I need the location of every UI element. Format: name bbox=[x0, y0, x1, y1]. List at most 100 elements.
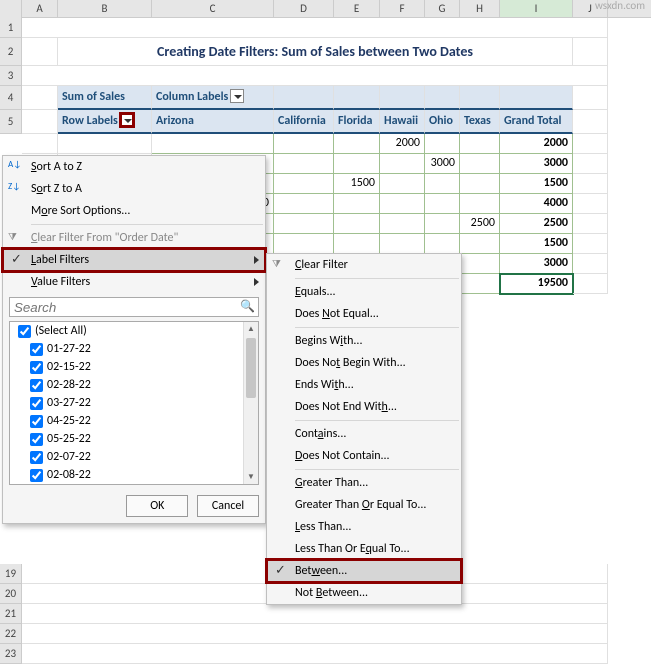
between[interactable]: ✓Between... bbox=[267, 560, 461, 582]
pivot-cell[interactable]: 19500 bbox=[500, 274, 573, 294]
col-header-F[interactable]: F bbox=[380, 0, 425, 17]
col-header-G[interactable]: G bbox=[425, 0, 460, 17]
pivot-cell[interactable] bbox=[380, 174, 425, 194]
filter-search-input[interactable] bbox=[9, 297, 259, 317]
filter-checkbox[interactable] bbox=[30, 433, 43, 446]
label-filters[interactable]: ✓Label Filters bbox=[3, 249, 265, 271]
pivot-cell[interactable]: 2500 bbox=[460, 214, 500, 234]
filter-checkbox[interactable] bbox=[30, 469, 43, 482]
col-header-E[interactable]: E bbox=[334, 0, 380, 17]
pivot-cell[interactable] bbox=[380, 194, 425, 214]
row-header[interactable]: 1 bbox=[0, 18, 22, 38]
row-header[interactable]: 5 bbox=[0, 110, 22, 134]
pivot-cell[interactable] bbox=[425, 234, 460, 254]
clear-filter[interactable]: ⧩Clear Filter bbox=[267, 254, 461, 276]
pivot-cell[interactable] bbox=[425, 214, 460, 234]
filter-check-item[interactable]: 01-27-22 bbox=[10, 340, 258, 358]
scrollbar-vertical[interactable]: ▲ ▼ bbox=[243, 322, 258, 484]
filter-check-item[interactable]: 04-25-22 bbox=[10, 412, 258, 430]
pivot-cell[interactable] bbox=[274, 154, 334, 174]
filter-value-list[interactable]: (Select All)01-27-2202-15-2202-28-2203-2… bbox=[9, 321, 259, 485]
pivot-cell[interactable] bbox=[274, 234, 334, 254]
does-not-equal[interactable]: Does Not Equal... bbox=[267, 303, 461, 325]
pivot-cell[interactable] bbox=[425, 134, 460, 154]
pivot-cell[interactable] bbox=[334, 214, 380, 234]
pivot-cell[interactable]: 3000 bbox=[500, 154, 573, 174]
does-not-begin-with[interactable]: Does Not Begin With... bbox=[267, 352, 461, 374]
pivot-cell[interactable]: 4000 bbox=[500, 194, 573, 214]
col-header-D[interactable]: D bbox=[274, 0, 334, 17]
filter-check-item[interactable]: (Select All) bbox=[10, 322, 258, 340]
filter-check-item[interactable]: 03-27-22 bbox=[10, 394, 258, 412]
row-header[interactable]: 2 bbox=[0, 38, 22, 66]
pivot-cell[interactable] bbox=[334, 234, 380, 254]
filter-checkbox[interactable] bbox=[18, 325, 31, 338]
scroll-up-icon[interactable]: ▲ bbox=[244, 322, 258, 336]
pivot-cell[interactable] bbox=[152, 134, 274, 154]
pivot-cell[interactable]: 2000 bbox=[380, 134, 425, 154]
row-header[interactable]: 3 bbox=[0, 66, 22, 86]
filter-checkbox[interactable] bbox=[30, 379, 43, 392]
filter-checkbox[interactable] bbox=[30, 343, 43, 356]
column-labels-dropdown-icon[interactable] bbox=[230, 89, 244, 103]
scroll-down-icon[interactable]: ▼ bbox=[244, 470, 258, 484]
pivot-cell[interactable]: 1500 bbox=[500, 174, 573, 194]
sort-a-to-z[interactable]: A↓SSort A to Zort A to Z bbox=[3, 156, 265, 178]
pivot-cell[interactable]: 2500 bbox=[500, 214, 573, 234]
pivot-cell[interactable] bbox=[460, 194, 500, 214]
value-filters[interactable]: Value Filters bbox=[3, 271, 265, 293]
col-header-B[interactable]: B bbox=[58, 0, 152, 17]
row-header[interactable]: 20 bbox=[0, 584, 22, 604]
row-header[interactable]: 21 bbox=[0, 604, 22, 624]
sort-z-to-a[interactable]: Z↓Sort Z to A bbox=[3, 178, 265, 200]
row-header[interactable]: 23 bbox=[0, 644, 22, 664]
pivot-cell[interactable]: 2000 bbox=[500, 134, 573, 154]
pivot-cell[interactable] bbox=[425, 174, 460, 194]
row-header[interactable]: 4 bbox=[0, 86, 22, 110]
col-header-I[interactable]: I bbox=[500, 0, 573, 17]
does-not-end-with[interactable]: Does Not End With... bbox=[267, 396, 461, 418]
contains[interactable]: Contains... bbox=[267, 423, 461, 445]
pivot-cell[interactable]: 3000 bbox=[425, 154, 460, 174]
filter-check-item[interactable]: 02-07-22 bbox=[10, 448, 258, 466]
pivot-cell[interactable]: 3000 bbox=[500, 254, 573, 274]
pivot-cell[interactable] bbox=[274, 174, 334, 194]
pivot-cell[interactable] bbox=[380, 154, 425, 174]
pivot-cell[interactable] bbox=[274, 214, 334, 234]
filter-checkbox[interactable] bbox=[30, 451, 43, 464]
scroll-thumb[interactable] bbox=[246, 338, 256, 398]
pivot-cell[interactable]: 1500 bbox=[500, 234, 573, 254]
pivot-cell[interactable] bbox=[425, 194, 460, 214]
col-header-H[interactable]: H bbox=[460, 0, 500, 17]
less-than-or-equal[interactable]: Less Than Or Equal To... bbox=[267, 538, 461, 560]
pivot-cell[interactable] bbox=[460, 254, 500, 274]
ends-with[interactable]: Ends With... bbox=[267, 374, 461, 396]
pivot-cell[interactable] bbox=[460, 234, 500, 254]
begins-with[interactable]: Begins With... bbox=[267, 330, 461, 352]
col-header-A[interactable]: A bbox=[22, 0, 58, 17]
pivot-cell[interactable] bbox=[380, 234, 425, 254]
pivot-cell[interactable] bbox=[334, 134, 380, 154]
row-labels-dropdown-icon[interactable] bbox=[120, 113, 134, 127]
row-header[interactable]: 22 bbox=[0, 624, 22, 644]
filter-checkbox[interactable] bbox=[30, 361, 43, 374]
select-all-corner[interactable] bbox=[0, 0, 22, 18]
row-header[interactable]: 19 bbox=[0, 564, 22, 584]
cancel-button[interactable]: Cancel bbox=[197, 495, 259, 517]
greater-than[interactable]: Greater Than... bbox=[267, 472, 461, 494]
less-than[interactable]: Less Than... bbox=[267, 516, 461, 538]
does-not-contain[interactable]: Does Not Contain... bbox=[267, 445, 461, 467]
greater-than-or-equal[interactable]: Greater Than Or Equal To... bbox=[267, 494, 461, 516]
not-between[interactable]: Not Between... bbox=[267, 582, 461, 604]
equals[interactable]: Equals... bbox=[267, 281, 461, 303]
filter-checkbox[interactable] bbox=[30, 415, 43, 428]
col-header-C[interactable]: C bbox=[152, 0, 274, 17]
more-sort-options[interactable]: More Sort Options... bbox=[3, 200, 265, 222]
pivot-cell[interactable] bbox=[460, 154, 500, 174]
pivot-cell[interactable] bbox=[460, 134, 500, 154]
pivot-cell[interactable] bbox=[380, 214, 425, 234]
pivot-cell[interactable] bbox=[334, 194, 380, 214]
pivot-cell[interactable] bbox=[460, 274, 500, 294]
filter-check-item[interactable]: 05-25-22 bbox=[10, 430, 258, 448]
filter-checkbox[interactable] bbox=[30, 397, 43, 410]
